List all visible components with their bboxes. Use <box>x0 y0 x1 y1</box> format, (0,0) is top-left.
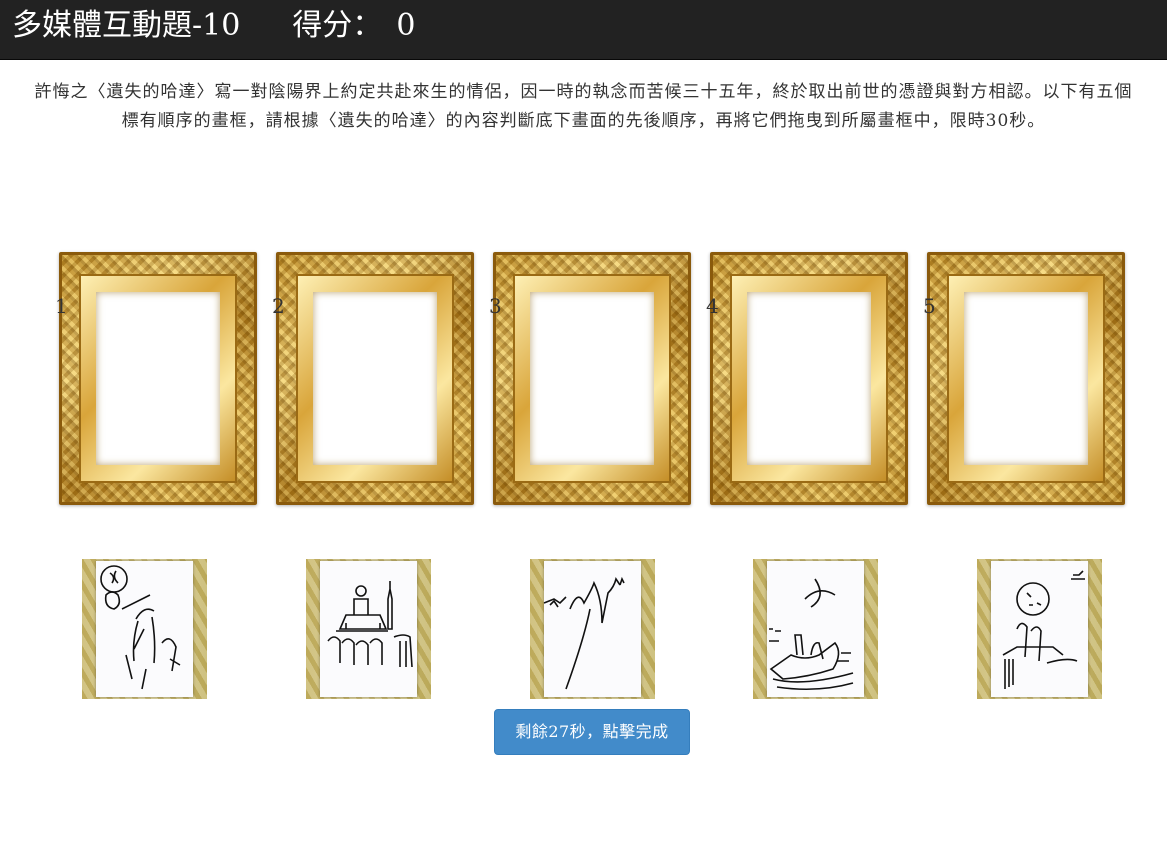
frame-drop-zone[interactable] <box>313 292 437 465</box>
picture-frame-4[interactable] <box>710 252 908 505</box>
frame-drop-zone[interactable] <box>96 292 220 465</box>
sketch-mountains-icon <box>543 576 625 690</box>
draggable-card-2[interactable] <box>306 559 431 699</box>
sketch-figures-full-moon-icon <box>1002 570 1085 689</box>
sketch-boat-moon-icon <box>769 578 854 691</box>
frame-number-3: 3 <box>489 294 502 318</box>
frame-number-5: 5 <box>923 294 936 318</box>
sketch-couple-moon-icon <box>100 565 181 690</box>
header-bar: 多媒體互動題-10 得分： 0 <box>0 0 1167 60</box>
sketch-altar-crowd-icon <box>327 581 413 668</box>
page-title: 多媒體互動題-10 <box>12 8 241 43</box>
score-value: 0 <box>396 8 416 43</box>
frame-number-2: 2 <box>272 294 285 318</box>
finish-button[interactable]: 剩餘27秒，點擊完成 <box>494 709 690 755</box>
frame-drop-zone[interactable] <box>530 292 654 465</box>
picture-frame-1[interactable] <box>59 252 257 505</box>
frame-number-4: 4 <box>706 294 719 318</box>
draggable-card-4[interactable] <box>753 559 878 699</box>
frame-drop-zone[interactable] <box>964 292 1088 465</box>
draggable-card-3[interactable] <box>530 559 655 699</box>
picture-frame-3[interactable] <box>493 252 691 505</box>
frame-drop-zone[interactable] <box>747 292 871 465</box>
instructions-text: 許悔之〈遺失的哈達〉寫一對陰陽界上約定共赴來生的情侶，因一時的執念而苦候三十五年… <box>34 82 1133 131</box>
frame-number-1: 1 <box>55 294 68 318</box>
picture-frame-2[interactable] <box>276 252 474 505</box>
score-label: 得分： <box>292 8 383 43</box>
draggable-card-1[interactable] <box>82 559 207 699</box>
picture-frame-5[interactable] <box>927 252 1125 505</box>
draggable-card-5[interactable] <box>977 559 1102 699</box>
